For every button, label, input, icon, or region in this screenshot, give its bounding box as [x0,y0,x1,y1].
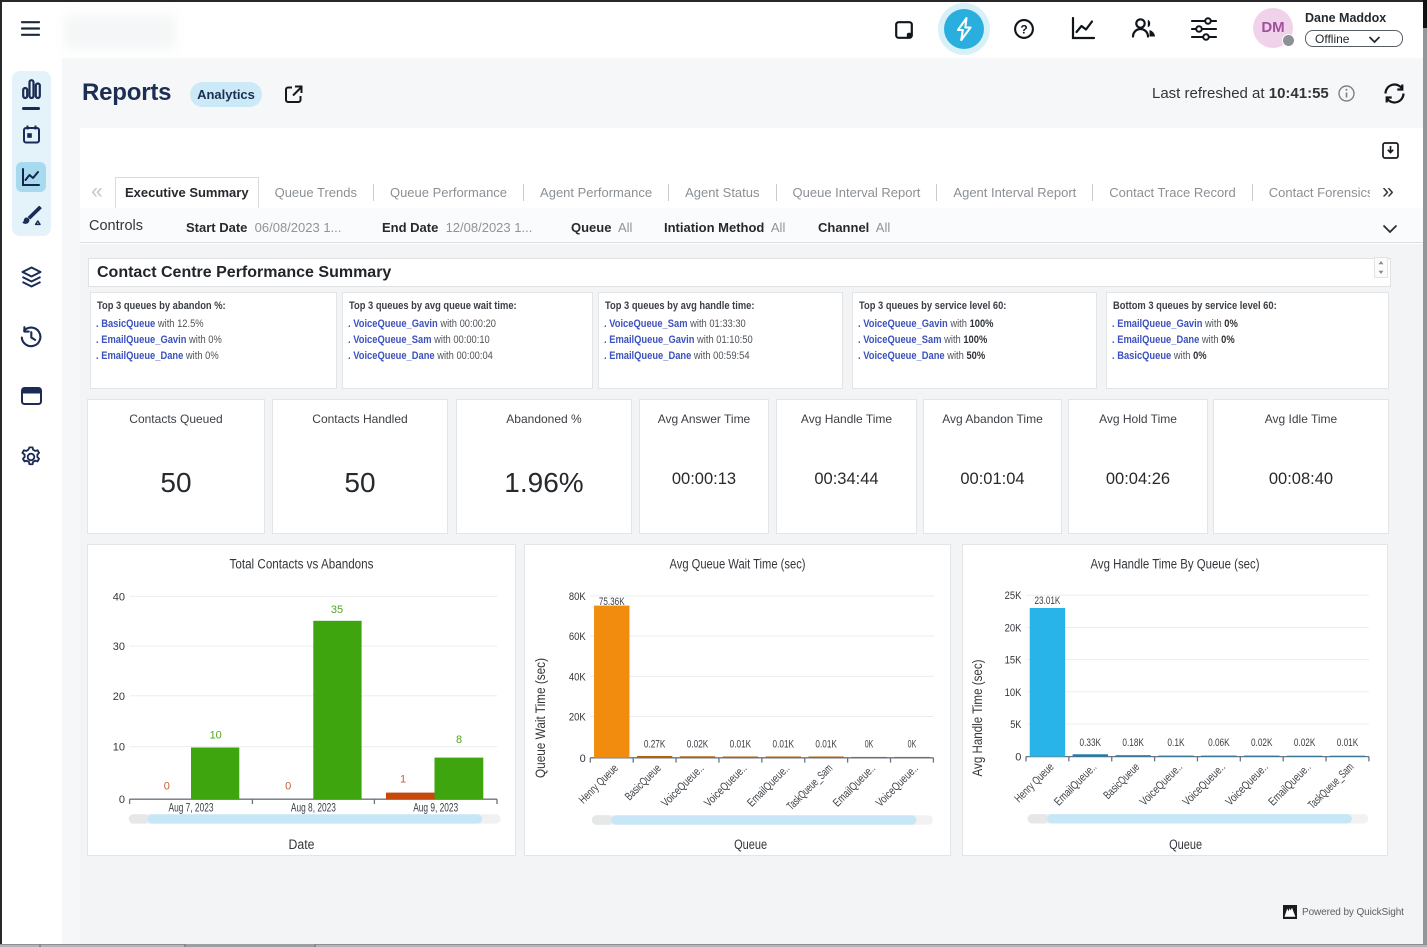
svg-text:EmailQueue..: EmailQueue.. [1052,761,1099,808]
svg-text:Avg Handle Time (sec): Avg Handle Time (sec) [970,660,985,777]
svg-text:0.01K: 0.01K [1337,737,1359,749]
svg-text:VoiceQueue..: VoiceQueue.. [1138,761,1185,808]
svg-text:BasicQueue: BasicQueue [623,762,664,803]
svg-text:0.02K: 0.02K [687,738,709,750]
svg-text:40K: 40K [569,671,586,683]
svg-text:VoiceQueue..: VoiceQueue.. [874,762,921,809]
svg-text:0: 0 [164,781,170,793]
svg-text:VoiceQueue..: VoiceQueue.. [660,762,707,809]
svg-text:Avg Queue Wait Time (sec): Avg Queue Wait Time (sec) [670,557,806,572]
svg-text:Avg Handle Time By Queue (sec): Avg Handle Time By Queue (sec) [1091,557,1260,572]
svg-text:25K: 25K [1005,590,1022,602]
svg-text:0.01K: 0.01K [815,738,837,750]
svg-text:0: 0 [1015,752,1021,764]
svg-text:10: 10 [210,730,222,742]
svg-text:35: 35 [331,604,343,616]
svg-text:Total Contacts vs Abandons: Total Contacts vs Abandons [230,557,374,572]
svg-text:BasicQueue: BasicQueue [1102,761,1143,802]
svg-text:20: 20 [113,691,125,703]
svg-text:VoiceQueue..: VoiceQueue.. [1181,761,1228,808]
svg-text:TaskQueue_Sam: TaskQueue_Sam [785,762,835,812]
svg-text:0.18K: 0.18K [1122,737,1144,749]
svg-text:Queue: Queue [734,837,767,852]
svg-text:Queue Wait Time (sec): Queue Wait Time (sec) [533,658,548,778]
svg-text:10K: 10K [1005,687,1022,699]
svg-text:0.02K: 0.02K [1294,737,1316,749]
svg-text:10: 10 [113,742,125,754]
svg-text:Aug 9, 2023: Aug 9, 2023 [413,802,458,814]
svg-text:0.27K: 0.27K [644,738,666,750]
svg-text:0: 0 [285,781,291,793]
svg-text:?: ? [1020,23,1027,37]
svg-text:20K: 20K [1005,622,1022,634]
svg-text:Date: Date [289,837,315,852]
svg-text:0.1K: 0.1K [1167,737,1185,749]
svg-text:Aug 7, 2023: Aug 7, 2023 [169,802,214,814]
svg-text:Henry Queue: Henry Queue [577,762,621,806]
svg-text:23.01K: 23.01K [1035,595,1061,607]
svg-text:15K: 15K [1005,655,1022,667]
svg-text:80K: 80K [569,591,586,603]
svg-text:1: 1 [400,773,406,785]
svg-text:Queue: Queue [1169,837,1202,852]
svg-text:EmailQueue..: EmailQueue.. [831,762,878,809]
svg-text:0.33K: 0.33K [1080,737,1102,749]
svg-text:VoiceQueue..: VoiceQueue.. [702,762,749,809]
svg-text:VoiceQueue..: VoiceQueue.. [1224,761,1271,808]
svg-text:0K: 0K [865,738,874,750]
svg-text:0: 0 [119,794,125,806]
svg-text:40: 40 [113,591,125,603]
svg-text:EmailQueue..: EmailQueue.. [1267,761,1314,808]
svg-text:30: 30 [113,641,125,653]
svg-text:0K: 0K [908,738,917,750]
svg-text:0.06K: 0.06K [1208,737,1230,749]
svg-text:0.01K: 0.01K [730,738,752,750]
svg-text:5K: 5K [1010,719,1022,731]
svg-text:0.02K: 0.02K [1251,737,1273,749]
svg-text:Henry Queue: Henry Queue [1013,761,1057,805]
svg-text:0: 0 [580,753,586,765]
svg-text:20K: 20K [569,712,586,724]
svg-text:Aug 8, 2023: Aug 8, 2023 [291,802,336,814]
svg-text:8: 8 [456,734,462,746]
svg-text:75.36K: 75.36K [599,596,625,608]
svg-text:0.01K: 0.01K [773,738,795,750]
svg-text:TaskQueue_Sam: TaskQueue_Sam [1306,761,1356,811]
svg-text:EmailQueue..: EmailQueue.. [745,762,792,809]
svg-text:60K: 60K [569,631,586,643]
